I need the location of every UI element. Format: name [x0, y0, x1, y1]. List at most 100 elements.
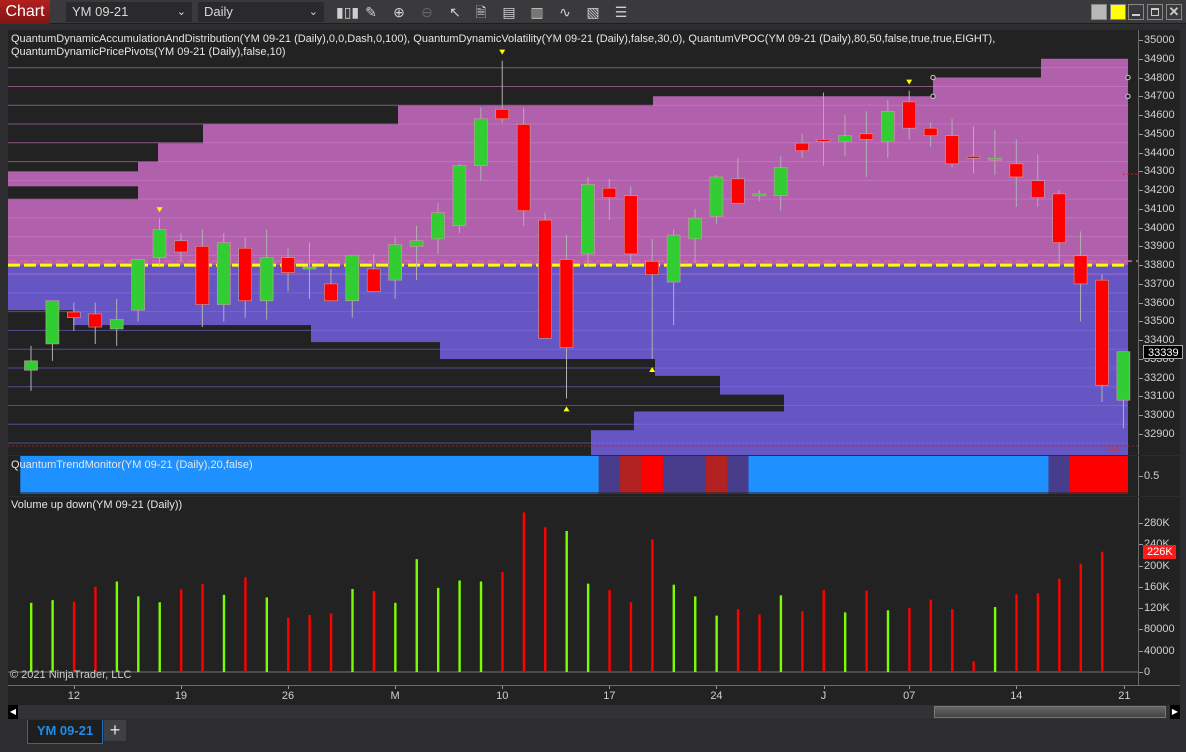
volume-bar[interactable] — [244, 577, 247, 672]
volume-bar[interactable] — [779, 595, 783, 672]
close-button[interactable]: ✕ — [1166, 4, 1182, 20]
volume-bar[interactable] — [715, 615, 718, 672]
candle-body[interactable] — [838, 135, 852, 142]
candle-body[interactable] — [174, 240, 188, 253]
volume-bar[interactable] — [993, 607, 997, 672]
candle-body[interactable] — [538, 219, 552, 339]
tab-ym-09-21[interactable]: YM 09-21 — [27, 720, 103, 744]
volume-bar[interactable] — [908, 608, 911, 672]
scroll-thumb[interactable] — [934, 706, 1166, 718]
volume-bar[interactable] — [1058, 578, 1061, 672]
candle-body[interactable] — [1009, 163, 1024, 178]
volume-bar[interactable] — [115, 581, 119, 672]
candle-body[interactable] — [452, 165, 467, 227]
volume-bar[interactable] — [651, 539, 654, 672]
volume-bar[interactable] — [1079, 563, 1082, 672]
pivot-anchor[interactable] — [930, 74, 936, 81]
volume-bar[interactable] — [972, 661, 975, 672]
volume-bar[interactable] — [415, 559, 418, 672]
candle-body[interactable] — [216, 242, 231, 305]
candle-body[interactable] — [859, 133, 874, 140]
candle-body[interactable] — [495, 109, 510, 120]
volume-bar[interactable] — [629, 602, 633, 672]
candle-body[interactable] — [988, 157, 1002, 161]
candle-body[interactable] — [902, 101, 917, 129]
interval-selector[interactable]: Daily ⌄ — [198, 2, 324, 22]
volume-bar[interactable] — [951, 609, 954, 672]
candle-body[interactable] — [666, 234, 681, 283]
candle-body[interactable] — [731, 178, 745, 204]
volume-bar[interactable] — [30, 602, 33, 672]
bars-type-icon[interactable]: ▮▯▮ — [336, 3, 359, 21]
candle-body[interactable] — [431, 212, 445, 240]
candle-body[interactable] — [238, 247, 252, 302]
candle-body[interactable] — [1073, 255, 1088, 285]
candle-body[interactable] — [559, 259, 574, 348]
price-axis[interactable]: 35000 34900 34800 34700 34600 34500 34400 34300… — [1138, 30, 1183, 455]
candle-body[interactable] — [752, 193, 767, 197]
candle-body[interactable] — [816, 139, 831, 142]
volume-bar[interactable] — [51, 600, 54, 672]
horizontal-scrollbar[interactable]: ◀ ▶ — [8, 705, 1180, 719]
volume-bar[interactable] — [736, 609, 740, 672]
price-panel[interactable]: 1x 1x QuantumDynamicAccumulationAndDistri… — [8, 30, 1138, 455]
volume-bar[interactable] — [694, 596, 697, 672]
volume-bar[interactable] — [929, 599, 933, 672]
volume-bar[interactable] — [586, 583, 590, 672]
volume-bar[interactable] — [1101, 551, 1104, 672]
window-link-gray-button[interactable] — [1091, 4, 1107, 20]
pivot-anchor[interactable] — [1125, 74, 1131, 81]
candle-body[interactable] — [474, 118, 488, 167]
zoom-in-icon[interactable]: ⊕ — [390, 3, 408, 21]
volume-bar[interactable] — [672, 584, 675, 672]
time-axis[interactable]: 12 19 26 M 10 17 24 J 07 14 21 — [8, 685, 1180, 705]
chart-trader-icon[interactable]: ▤ — [500, 3, 518, 21]
volume-bar[interactable] — [329, 613, 333, 672]
volume-bar[interactable] — [179, 589, 183, 673]
candle-body[interactable] — [1030, 180, 1045, 198]
volume-bar[interactable] — [222, 594, 226, 672]
volume-bar[interactable] — [479, 581, 483, 672]
candle-body[interactable] — [773, 167, 788, 197]
volume-bar[interactable] — [865, 590, 868, 672]
candle-body[interactable] — [24, 360, 38, 371]
candle-body[interactable] — [709, 176, 724, 217]
volume-bar[interactable] — [801, 611, 804, 672]
candle-body[interactable] — [645, 261, 659, 275]
volume-axis[interactable]: 280K240K200K160K120K80000400000226K — [1138, 497, 1180, 685]
scroll-right-button[interactable]: ▶ — [1170, 705, 1180, 719]
maximize-button[interactable] — [1147, 4, 1163, 20]
volume-panel[interactable]: Volume up down(YM 09-21 (Daily)) © 2021 … — [8, 497, 1138, 685]
volume-bar[interactable] — [886, 610, 890, 672]
candle-body[interactable] — [602, 187, 617, 198]
candle-body[interactable] — [259, 257, 274, 302]
scroll-left-button[interactable]: ◀ — [8, 705, 18, 719]
volume-bar[interactable] — [544, 527, 547, 672]
volume-bar[interactable] — [201, 584, 204, 672]
candle-body[interactable] — [131, 259, 145, 311]
trend-monitor-label[interactable]: QuantumTrendMonitor(YM 09-21 (Daily),20,… — [11, 459, 253, 472]
window-link-yellow-button[interactable] — [1110, 4, 1126, 20]
properties-icon[interactable]: ☰ — [612, 3, 630, 21]
candle-body[interactable] — [324, 283, 338, 302]
strategies-icon[interactable]: ∿ — [556, 3, 574, 21]
trend-monitor-panel[interactable]: QuantumTrendMonitor(YM 09-21 (Daily),20,… — [8, 456, 1138, 496]
volume-bar[interactable] — [94, 586, 97, 672]
pivot-anchor[interactable] — [930, 93, 936, 99]
candle-body[interactable] — [966, 156, 981, 159]
candle-body[interactable] — [795, 142, 809, 151]
volume-bar[interactable] — [394, 602, 397, 672]
candle-body[interactable] — [388, 244, 402, 281]
candle-body[interactable] — [345, 255, 360, 302]
candle-body[interactable] — [1052, 193, 1066, 243]
candle-body[interactable] — [1095, 279, 1109, 386]
templates-icon[interactable]: ▧ — [584, 3, 602, 21]
volume-bar[interactable] — [608, 590, 611, 672]
data-box-icon[interactable]: 🗎 — [472, 3, 490, 21]
volume-bar[interactable] — [287, 617, 290, 672]
candle-body[interactable] — [67, 311, 81, 318]
volume-bar[interactable] — [1036, 593, 1040, 672]
candle-body[interactable] — [88, 313, 103, 328]
minimize-button[interactable] — [1128, 4, 1144, 20]
volume-bar[interactable] — [137, 596, 140, 672]
